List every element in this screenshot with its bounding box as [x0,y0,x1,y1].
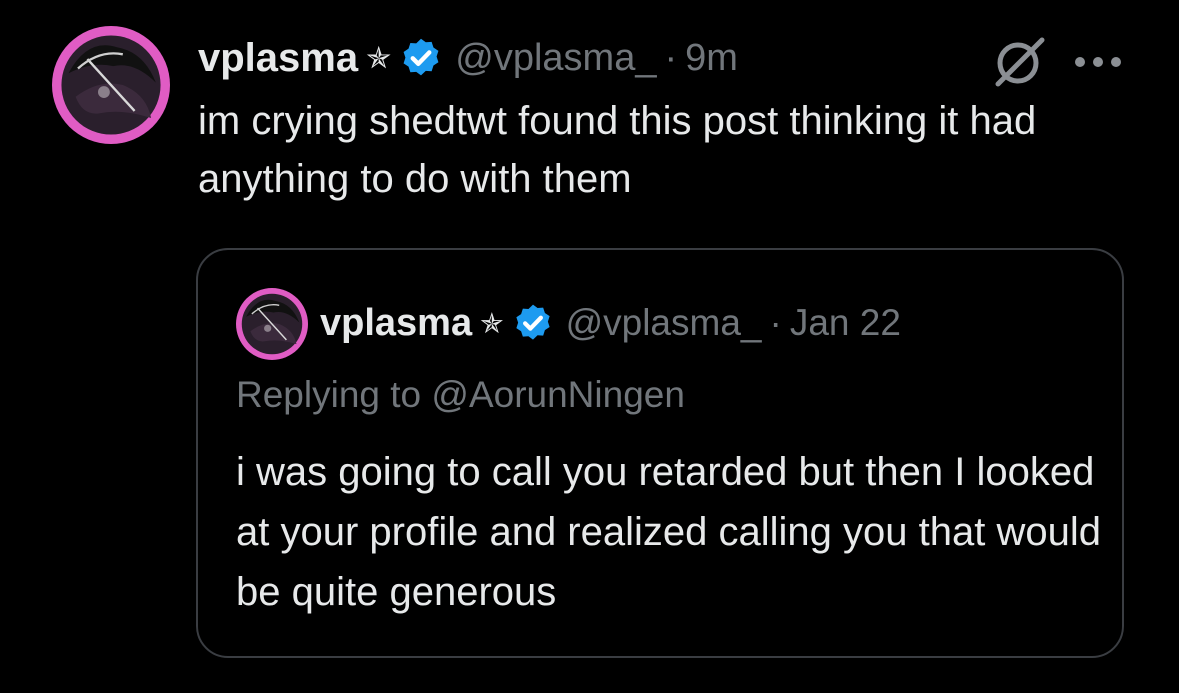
separator: · [664,36,678,79]
quoted-tweet-card[interactable]: vplasma ✯ @vplasma_ · Jan 22 Replying to… [196,248,1124,658]
timestamp[interactable]: 9m [685,37,738,80]
display-name[interactable]: vplasma [198,36,358,81]
quote-text: i was going to call you retarded but the… [236,450,1101,614]
quote-avatar[interactable] [236,288,308,360]
quote-separator: · [769,302,782,343]
quote-header: vplasma ✯ @vplasma_ · Jan 22 [320,294,901,352]
quote-name-emoji: ✯ [480,307,504,339]
replying-to[interactable]: Replying to @AorunNingen [236,374,685,416]
handle[interactable]: @vplasma_ [455,37,656,80]
quote-handle[interactable]: @vplasma_ [566,302,762,344]
name-emoji: ✯ [366,41,392,75]
tweet-header: vplasma ✯ @vplasma_ · 9m [198,28,738,88]
verified-badge-icon[interactable] [512,302,554,344]
more-options-icon[interactable] [1072,54,1124,70]
quote-timestamp[interactable]: Jan 22 [790,302,901,344]
tweet-text: im crying shedtwt found this post thinki… [198,99,1037,201]
avatar[interactable] [52,26,170,144]
verified-badge-icon[interactable] [399,36,443,80]
grok-icon[interactable] [988,36,1048,88]
quote-display-name[interactable]: vplasma [320,302,472,345]
